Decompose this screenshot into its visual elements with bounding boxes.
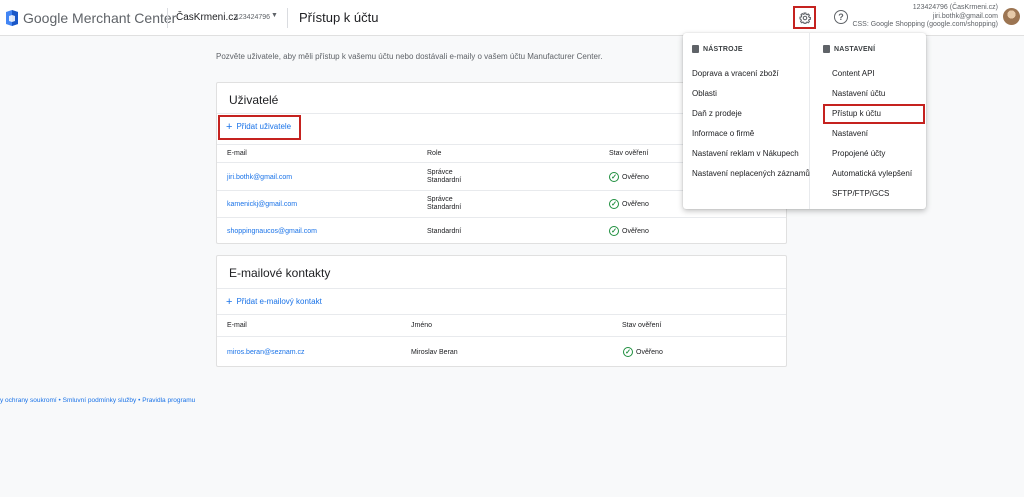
settings-header-label: NASTAVENÍ xyxy=(834,45,876,53)
divider xyxy=(217,336,786,337)
tools-icon xyxy=(692,45,699,53)
settings-header: NASTAVENÍ xyxy=(823,45,875,53)
users-card-title: Uživatelé xyxy=(229,93,279,107)
menu-item-content-api[interactable]: Content API xyxy=(832,69,875,78)
avatar[interactable] xyxy=(1003,8,1020,25)
page-title: Přístup k účtu xyxy=(299,10,379,25)
menu-item-automatic-improvements[interactable]: Automatická vylepšení xyxy=(832,169,912,178)
user-email-link[interactable]: kamenickj@gmail.com xyxy=(227,201,297,210)
settings-button[interactable] xyxy=(793,6,816,29)
col-header-status[interactable]: Stav ověření xyxy=(609,150,648,157)
check-circle-icon: ✓ xyxy=(609,226,619,236)
footer-links[interactable]: y ochrany soukromí • Smluvní podmínky sl… xyxy=(0,397,195,404)
intro-text: Pozvěte uživatele, aby měli přístup k va… xyxy=(216,52,603,61)
menu-item-settings[interactable]: Nastavení xyxy=(832,129,868,138)
menu-item-linked-accounts[interactable]: Propojené účty xyxy=(832,149,885,158)
menu-item-regions[interactable]: Oblasti xyxy=(692,89,717,98)
account-info[interactable]: 123424796 (ČasKrmeni.cz) jiri.bothk@gmai… xyxy=(852,4,998,30)
status-text: Ověřeno xyxy=(636,348,663,356)
user-role: Standardní xyxy=(427,177,462,184)
status-text: Ověřeno xyxy=(622,173,649,181)
menu-item-shopping-ads-settings[interactable]: Nastavení reklam v Nákupech xyxy=(692,149,799,158)
divider xyxy=(217,314,786,315)
col-header-name[interactable]: Jméno xyxy=(411,322,432,329)
divider xyxy=(287,8,288,28)
user-email-link[interactable]: shoppingnaucos@gmail.com xyxy=(227,228,317,237)
highlight-box xyxy=(218,115,301,140)
status-text: Ověřeno xyxy=(622,227,649,235)
status-text: Ověřeno xyxy=(622,200,649,208)
status-badge: ✓ Ověřeno xyxy=(623,347,663,357)
add-email-contact-button[interactable]: + Přidat e-mailový kontakt xyxy=(226,295,322,308)
plus-icon: + xyxy=(226,295,233,308)
contact-name: Miroslav Beran xyxy=(411,349,458,356)
menu-item-sales-tax[interactable]: Daň z prodeje xyxy=(692,109,742,118)
top-bar: Google Merchant Center ČasKrmeni.cz 1234… xyxy=(0,0,1024,36)
email-contacts-card: E-mailové kontakty + Přidat e-mailový ko… xyxy=(216,255,787,367)
check-circle-icon: ✓ xyxy=(609,172,619,182)
contacts-card-title: E-mailové kontakty xyxy=(229,266,331,280)
status-badge: ✓ Ověřeno xyxy=(609,172,649,182)
account-id[interactable]: 123424796 xyxy=(235,14,270,21)
settings-dropdown: NÁSTROJE Doprava a vracení zboží Oblasti… xyxy=(683,33,926,209)
menu-item-shipping-returns[interactable]: Doprava a vracení zboží xyxy=(692,69,779,78)
settings-icon xyxy=(823,45,830,53)
col-header-role[interactable]: Role xyxy=(427,150,441,157)
tools-header: NÁSTROJE xyxy=(692,45,743,53)
status-badge: ✓ Ověřeno xyxy=(609,226,649,236)
divider xyxy=(809,33,810,209)
add-contact-label: Přidat e-mailový kontakt xyxy=(236,297,322,306)
css-line: CSS: Google Shopping (google.com/shoppin… xyxy=(852,21,998,28)
col-header-email[interactable]: E-mail xyxy=(227,322,247,329)
divider xyxy=(167,8,168,28)
col-header-email[interactable]: E-mail xyxy=(227,150,247,157)
gear-icon xyxy=(798,11,811,24)
status-badge: ✓ Ověřeno xyxy=(609,199,649,209)
user-email: jiri.bothk@gmail.com xyxy=(932,12,998,20)
user-role: Standardní xyxy=(427,204,462,211)
brand[interactable]: Google Merchant Center xyxy=(23,10,176,26)
help-icon[interactable]: ? xyxy=(834,10,848,24)
merchant-logo-icon xyxy=(6,10,18,26)
caret-down-icon[interactable]: ▼ xyxy=(271,12,278,19)
brand-product: Merchant Center xyxy=(72,10,177,26)
divider xyxy=(217,288,786,289)
contact-email-link[interactable]: miros.beran@seznam.cz xyxy=(227,349,305,358)
menu-item-account-settings[interactable]: Nastavení účtu xyxy=(832,89,885,98)
menu-item-free-listings-settings[interactable]: Nastavení neplacených záznamů xyxy=(692,169,810,178)
brand-google: Google xyxy=(23,10,69,26)
account-line: 123424796 (ČasKrmeni.cz) xyxy=(912,4,998,11)
account-name[interactable]: ČasKrmeni.cz xyxy=(176,12,238,23)
help-glyph: ? xyxy=(838,12,844,22)
tools-header-label: NÁSTROJE xyxy=(703,45,743,53)
menu-item-sftp[interactable]: SFTP/FTP/GCS xyxy=(832,189,889,198)
table-row-divider xyxy=(217,217,786,218)
user-role: Standardní xyxy=(427,228,462,235)
user-email-link[interactable]: jiri.bothk@gmail.com xyxy=(227,174,292,183)
menu-item-business-info[interactable]: Informace o firmě xyxy=(692,129,754,138)
check-circle-icon: ✓ xyxy=(623,347,633,357)
col-header-status[interactable]: Stav ověření xyxy=(622,322,661,329)
check-circle-icon: ✓ xyxy=(609,199,619,209)
highlight-box xyxy=(823,104,925,124)
